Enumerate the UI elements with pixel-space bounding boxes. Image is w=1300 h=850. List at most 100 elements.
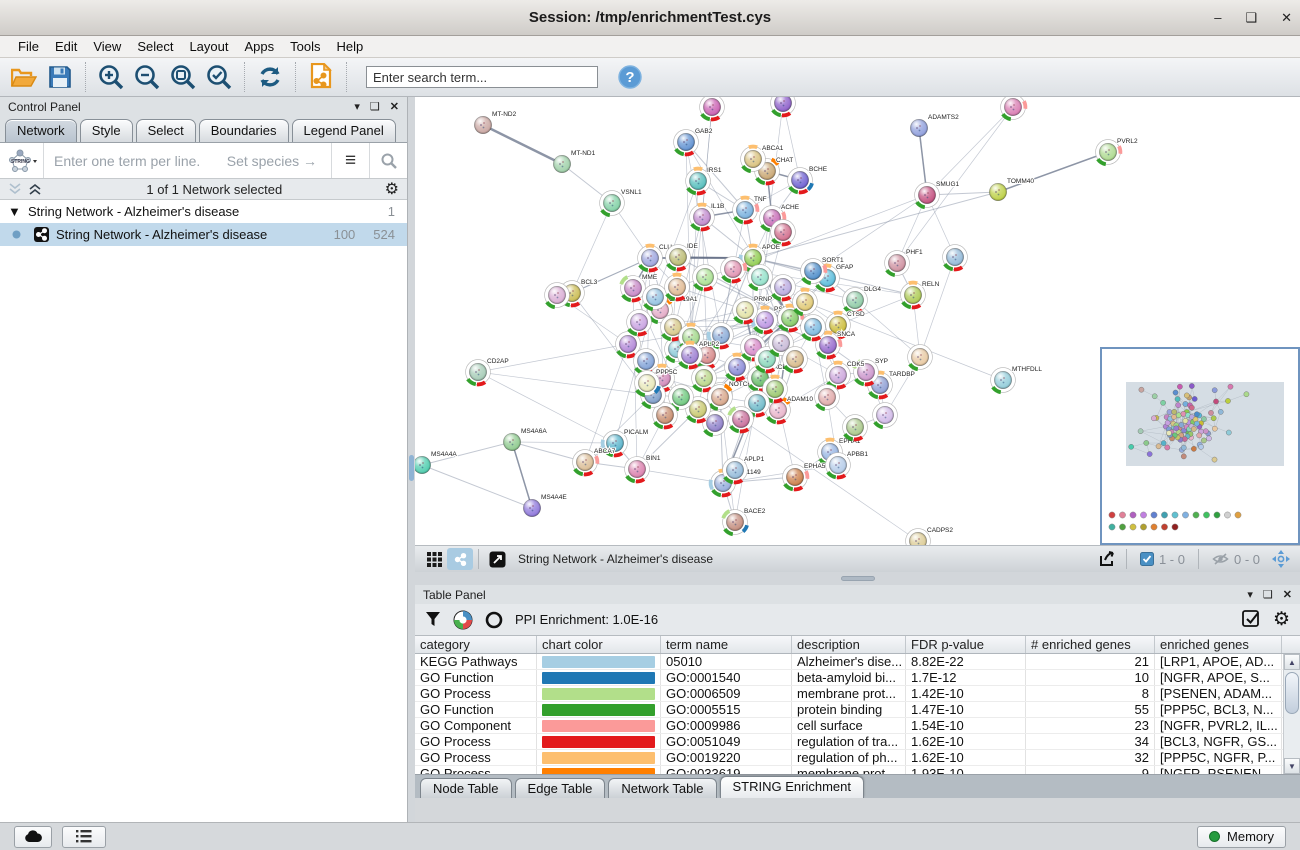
expand-triangle-icon[interactable]: ▼ bbox=[8, 204, 28, 219]
network-from-file-button[interactable] bbox=[303, 61, 339, 93]
network-node[interactable]: IL1B bbox=[690, 203, 725, 229]
vertical-splitter[interactable] bbox=[408, 97, 415, 822]
string-options-menu-icon[interactable]: ≡ bbox=[331, 143, 369, 178]
horizontal-splitter[interactable] bbox=[415, 572, 1300, 585]
network-node[interactable]: ADAMTS2 bbox=[910, 114, 959, 137]
network-node[interactable] bbox=[771, 275, 796, 300]
tab-select[interactable]: Select bbox=[136, 119, 196, 142]
column-header-chart-color[interactable]: chart color bbox=[537, 636, 661, 653]
automation-status-button[interactable] bbox=[14, 826, 52, 848]
table-row[interactable]: GO ProcessGO:0033619membrane prot...1.93… bbox=[415, 766, 1300, 774]
network-node[interactable]: MT-ND1 bbox=[553, 150, 595, 173]
column-header-enriched-genes[interactable]: enriched genes bbox=[1155, 636, 1282, 653]
float-icon[interactable]: ❑ bbox=[1263, 588, 1273, 601]
network-node[interactable]: BACE2 bbox=[723, 508, 766, 534]
network-node[interactable]: MTHFDLL bbox=[991, 366, 1043, 392]
column-header-FDR-p-value[interactable]: FDR p-value bbox=[906, 636, 1026, 653]
save-session-button[interactable] bbox=[42, 61, 78, 93]
network-node[interactable]: PHF1 bbox=[885, 249, 923, 275]
select-columns-icon[interactable] bbox=[1242, 610, 1261, 629]
table-row[interactable]: GO ComponentGO:0009986cell surface1.54E-… bbox=[415, 718, 1300, 734]
network-canvas[interactable]: MT-ND2MT-ND1VSNL1GAB2IRS1CHATBCHEABCA1IL… bbox=[415, 97, 1300, 545]
network-node[interactable] bbox=[643, 285, 668, 310]
scrollbar-thumb[interactable] bbox=[1285, 672, 1299, 714]
scroll-down-icon[interactable]: ▼ bbox=[1284, 758, 1300, 774]
menu-item-help[interactable]: Help bbox=[329, 39, 372, 54]
network-node[interactable]: PVRL2 bbox=[1096, 138, 1138, 164]
network-node[interactable]: TOMM40 bbox=[989, 178, 1034, 201]
table-scrollbar[interactable]: ▲ ▼ bbox=[1283, 654, 1300, 774]
string-search-icon[interactable] bbox=[369, 143, 407, 178]
network-node[interactable] bbox=[873, 403, 898, 428]
menu-item-file[interactable]: File bbox=[10, 39, 47, 54]
memory-button[interactable]: Memory bbox=[1197, 826, 1286, 848]
menu-item-select[interactable]: Select bbox=[129, 39, 181, 54]
network-options-gear-icon[interactable]: ⚙ bbox=[385, 179, 399, 199]
zoom-selected-button[interactable] bbox=[201, 61, 237, 93]
settings-gear-icon[interactable]: ⚙ bbox=[1273, 608, 1290, 631]
zoom-in-button[interactable] bbox=[93, 61, 129, 93]
network-node[interactable] bbox=[721, 257, 746, 282]
close-icon[interactable]: ✕ bbox=[1283, 588, 1292, 601]
tab-node-table[interactable]: Node Table bbox=[420, 778, 512, 798]
network-node[interactable]: GAB2 bbox=[674, 128, 713, 154]
enrichment-chart-icon[interactable] bbox=[453, 610, 473, 630]
zoom-fit-button[interactable] bbox=[165, 61, 201, 93]
open-session-button[interactable] bbox=[6, 61, 42, 93]
panel-menu-icon[interactable]: ▾ bbox=[1247, 588, 1253, 601]
network-node[interactable] bbox=[908, 345, 933, 370]
float-icon[interactable]: ❑ bbox=[370, 100, 380, 113]
network-node[interactable]: BCHE bbox=[788, 166, 828, 192]
menu-item-edit[interactable]: Edit bbox=[47, 39, 85, 54]
enrichment-ring-icon[interactable] bbox=[485, 611, 503, 629]
network-node[interactable]: CD2AP bbox=[466, 358, 509, 384]
network-node[interactable]: DLG4 bbox=[843, 286, 882, 312]
close-icon[interactable]: ✕ bbox=[390, 100, 399, 113]
network-node[interactable]: MS4A4E bbox=[523, 494, 567, 517]
string-query-input[interactable]: Enter one term per line. bbox=[44, 153, 227, 169]
network-node[interactable]: VSNL1 bbox=[600, 189, 642, 215]
panel-menu-icon[interactable]: ▾ bbox=[354, 100, 360, 113]
tab-network-table[interactable]: Network Table bbox=[608, 778, 716, 798]
birdseye-toggle-icon[interactable] bbox=[447, 548, 473, 570]
network-node[interactable]: CADPS2 bbox=[906, 527, 954, 545]
tree-network-row[interactable]: String Network - Alzheimer's disease1005… bbox=[0, 223, 407, 246]
tab-boundaries[interactable]: Boundaries bbox=[199, 119, 289, 142]
filter-icon[interactable] bbox=[425, 611, 441, 628]
export-network-icon[interactable] bbox=[1095, 548, 1121, 570]
tab-style[interactable]: Style bbox=[80, 119, 133, 142]
refresh-network-button[interactable] bbox=[252, 61, 288, 93]
menu-item-layout[interactable]: Layout bbox=[181, 39, 236, 54]
column-header-description[interactable]: description bbox=[792, 636, 906, 653]
string-source-dropdown[interactable]: STRING bbox=[0, 143, 44, 178]
column-header-category[interactable]: category bbox=[415, 636, 537, 653]
network-node[interactable]: APBB1 bbox=[826, 451, 869, 477]
maximize-icon[interactable]: ❑ bbox=[1245, 10, 1257, 26]
network-node[interactable] bbox=[700, 97, 725, 119]
column-header-term-name[interactable]: term name bbox=[661, 636, 792, 653]
menu-item-tools[interactable]: Tools bbox=[282, 39, 328, 54]
network-node[interactable] bbox=[545, 283, 570, 308]
network-node[interactable] bbox=[943, 245, 968, 270]
table-row[interactable]: GO FunctionGO:0001540beta-amyloid bi...1… bbox=[415, 670, 1300, 686]
table-row[interactable]: GO FunctionGO:0005515protein binding1.47… bbox=[415, 702, 1300, 718]
network-node[interactable] bbox=[729, 407, 754, 432]
network-node[interactable]: ABCA7 bbox=[573, 448, 616, 474]
network-node[interactable] bbox=[627, 310, 652, 335]
expand-all-icon[interactable] bbox=[28, 182, 44, 196]
table-row[interactable]: GO ProcessGO:0019220regulation of ph...1… bbox=[415, 750, 1300, 766]
network-node[interactable] bbox=[793, 290, 818, 315]
collapse-all-icon[interactable] bbox=[8, 182, 24, 196]
network-node[interactable]: BIN1 bbox=[625, 455, 661, 481]
network-node[interactable] bbox=[1001, 97, 1026, 119]
table-row[interactable]: GO ProcessGO:0051049regulation of tra...… bbox=[415, 734, 1300, 750]
menu-item-apps[interactable]: Apps bbox=[237, 39, 283, 54]
network-node[interactable]: IRS1 bbox=[686, 167, 722, 193]
birdseye-view[interactable] bbox=[1100, 347, 1300, 545]
tab-network[interactable]: Network bbox=[5, 119, 77, 142]
tree-collection-row[interactable]: ▼String Network - Alzheimer's disease1 bbox=[0, 200, 407, 223]
network-node[interactable] bbox=[748, 265, 773, 290]
network-node[interactable] bbox=[708, 385, 733, 410]
network-node[interactable]: RELN bbox=[901, 281, 940, 307]
close-icon[interactable]: ✕ bbox=[1281, 10, 1292, 26]
